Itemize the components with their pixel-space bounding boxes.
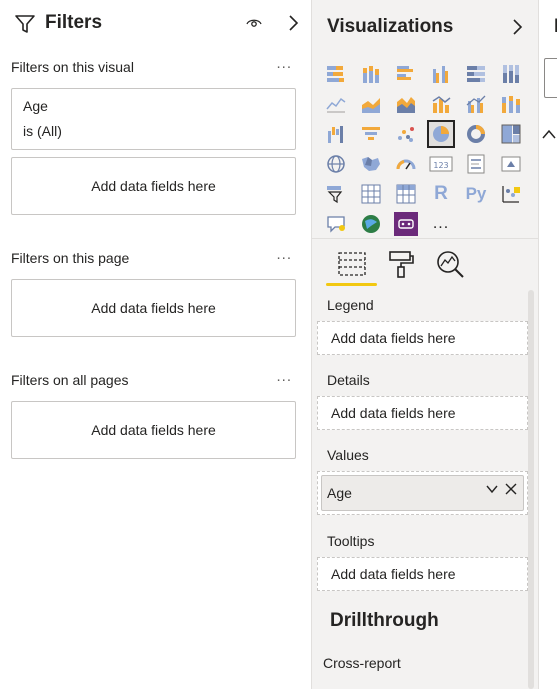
table-icon[interactable] — [357, 180, 385, 208]
filters-on-this-page-section: Filters on this page ... Add data fields… — [11, 246, 296, 340]
svg-text:123: 123 — [433, 161, 448, 170]
filters-pane: Filters Filters on this visual ... Age i… — [0, 0, 311, 689]
tooltips-well[interactable]: Add data fields here — [317, 557, 528, 591]
section-label: Filters on this visual — [11, 59, 134, 75]
pie-chart-icon[interactable] — [427, 120, 455, 148]
stacked-area-chart-icon[interactable] — [392, 90, 420, 118]
fields-pane: I — [538, 0, 557, 689]
add-data-fields-dropzone[interactable]: Add data fields here — [11, 157, 296, 215]
add-data-fields-dropzone[interactable]: Add data fields here — [11, 401, 296, 459]
add-data-fields-dropzone[interactable]: Add data fields here — [11, 279, 296, 337]
python-visual-icon[interactable]: Py — [462, 180, 490, 208]
clustered-bar-chart-icon[interactable] — [392, 60, 420, 88]
line-chart-icon[interactable] — [322, 90, 350, 118]
collapse-filters-chevron-icon[interactable] — [287, 14, 299, 37]
visualizations-pane: Visualizations 123 R Py ... Legend Add d… — [312, 0, 538, 689]
key-influencers-icon[interactable] — [497, 180, 525, 208]
analytics-tab-icon[interactable] — [434, 248, 466, 280]
vertical-scrollbar[interactable] — [528, 290, 534, 689]
stacked-bar-chart-icon[interactable] — [322, 60, 350, 88]
more-options-button[interactable]: ... — [276, 368, 292, 385]
cross-report-label: Cross-report — [323, 655, 401, 671]
card-icon[interactable]: 123 — [427, 150, 455, 178]
more-options-button[interactable]: ... — [276, 246, 292, 263]
r-script-visual-icon[interactable]: R — [427, 180, 455, 208]
line-and-clustered-column-icon[interactable] — [462, 90, 490, 118]
legend-well[interactable]: Add data fields here — [317, 321, 528, 355]
map-icon[interactable] — [322, 150, 350, 178]
donut-chart-icon[interactable] — [462, 120, 490, 148]
treemap-icon[interactable] — [497, 120, 525, 148]
format-tab-icon[interactable] — [384, 248, 416, 280]
visualizations-title: Visualizations — [327, 16, 454, 37]
drillthrough-title: Drillthrough — [330, 610, 439, 631]
waterfall-chart-icon[interactable] — [322, 120, 350, 148]
details-well[interactable]: Add data fields here — [317, 396, 528, 430]
filters-header: Filters — [14, 10, 304, 38]
area-chart-icon[interactable] — [357, 90, 385, 118]
qa-visual-icon[interactable] — [322, 210, 350, 238]
kpi-icon[interactable] — [497, 150, 525, 178]
matrix-icon[interactable] — [392, 180, 420, 208]
details-well-label: Details — [327, 372, 370, 388]
stacked-column-chart-icon[interactable] — [357, 60, 385, 88]
power-bi-editor: Filters Filters on this visual ... Age i… — [0, 0, 557, 689]
filters-on-this-visual-section: Filters on this visual ... Age is (All) … — [11, 55, 296, 219]
values-well[interactable]: Age — [317, 471, 528, 515]
gauge-icon[interactable] — [392, 150, 420, 178]
ribbon-chart-icon[interactable] — [497, 90, 525, 118]
filled-map-icon[interactable] — [357, 150, 385, 178]
tooltips-well-label: Tooltips — [327, 533, 375, 549]
arcgis-map-icon[interactable] — [357, 210, 385, 238]
multi-row-card-icon[interactable] — [462, 150, 490, 178]
field-pill-age[interactable]: Age — [321, 475, 524, 511]
filter-card-field: Age — [23, 98, 48, 114]
chevron-down-icon[interactable] — [485, 482, 499, 499]
chevron-up-icon[interactable] — [542, 127, 556, 145]
active-tab-indicator — [326, 283, 377, 286]
clustered-column-chart-icon[interactable] — [427, 60, 455, 88]
eye-icon[interactable] — [246, 16, 262, 35]
filters-on-all-pages-section: Filters on all pages ... Add data fields… — [11, 368, 296, 462]
custom-visual-icon[interactable] — [392, 210, 420, 238]
fields-search-input[interactable] — [544, 58, 557, 98]
fields-tab-icon[interactable] — [336, 248, 368, 280]
close-icon[interactable] — [504, 482, 518, 499]
filter-funnel-icon — [14, 13, 36, 40]
funnel-icon[interactable] — [357, 120, 385, 148]
gallery-divider — [312, 238, 538, 239]
legend-well-label: Legend — [327, 297, 374, 313]
more-visuals-icon[interactable]: ... — [427, 210, 455, 238]
filters-title: Filters — [45, 12, 103, 33]
section-label: Filters on this page — [11, 250, 130, 266]
more-options-button[interactable]: ... — [276, 55, 292, 72]
scatter-chart-icon[interactable] — [392, 120, 420, 148]
filter-card-age[interactable]: Age is (All) — [11, 88, 296, 150]
100-stacked-bar-chart-icon[interactable] — [462, 60, 490, 88]
collapse-visualizations-chevron-icon[interactable] — [511, 18, 523, 41]
slicer-icon[interactable] — [322, 180, 350, 208]
100-stacked-column-chart-icon[interactable] — [497, 60, 525, 88]
filter-card-condition: is (All) — [23, 123, 62, 139]
values-well-label: Values — [327, 447, 369, 463]
section-label: Filters on all pages — [11, 372, 129, 388]
line-and-stacked-column-icon[interactable] — [427, 90, 455, 118]
field-pill-label: Age — [327, 485, 352, 501]
